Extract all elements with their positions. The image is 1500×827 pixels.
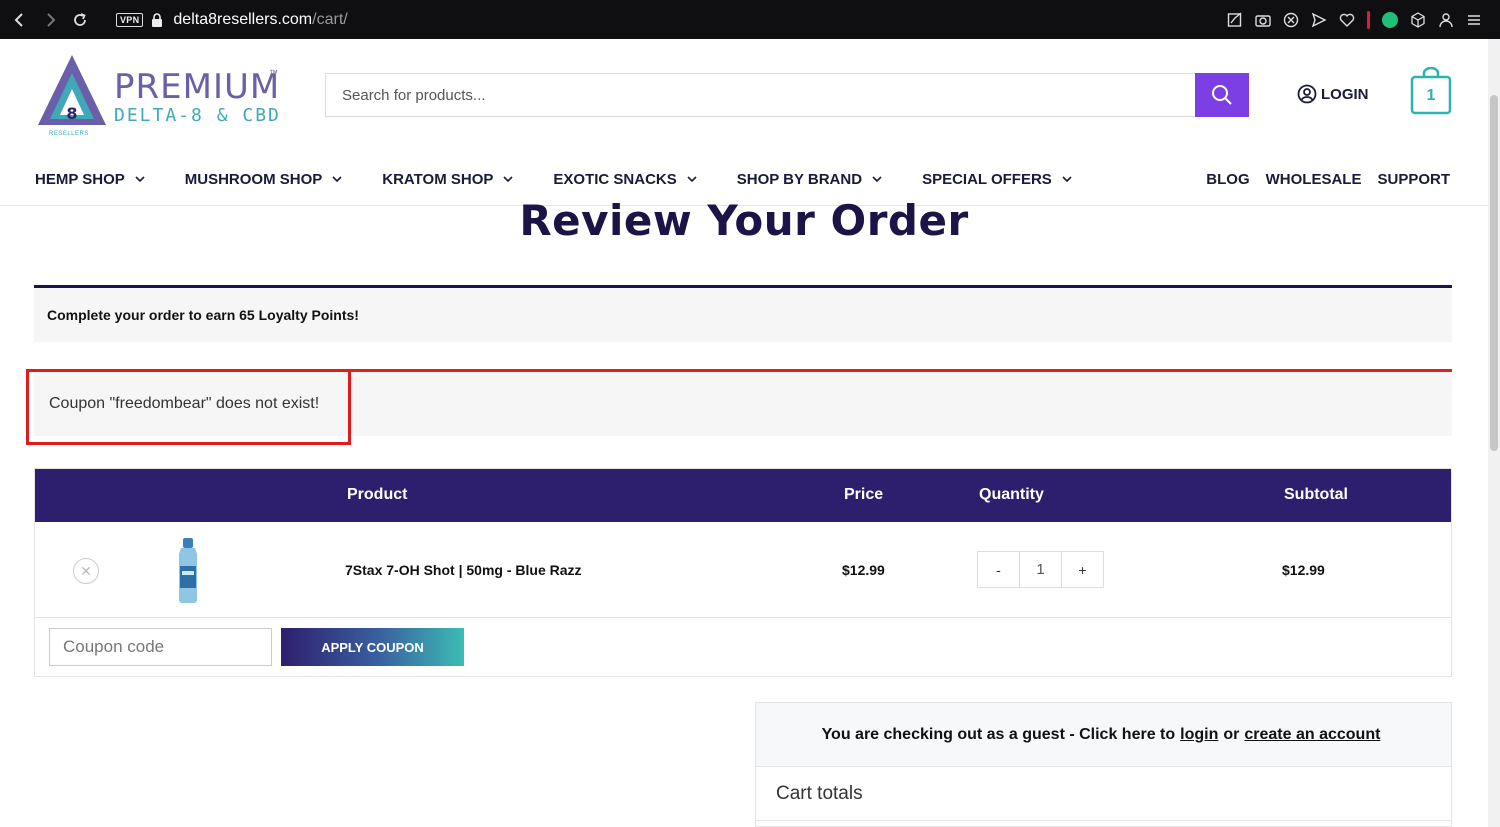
- nav-item-label: EXOTIC SNACKS: [553, 170, 677, 188]
- search-bar: [325, 73, 1249, 117]
- search-icon: [1212, 85, 1232, 105]
- cart-totals-title: Cart totals: [776, 783, 863, 804]
- guest-notice-text: You are checking out as a guest - Click …: [821, 725, 1176, 743]
- error-highlight-outline: [26, 369, 351, 445]
- guest-checkout-notice: You are checking out as a guest - Click …: [755, 702, 1452, 767]
- login-label: LOGIN: [1321, 85, 1369, 103]
- apply-coupon-button[interactable]: APPLY COUPON: [281, 628, 464, 666]
- header-subtotal: Subtotal: [1284, 486, 1348, 503]
- vpn-badge[interactable]: VPN: [116, 12, 144, 27]
- quantity-increase-button[interactable]: +: [1062, 552, 1103, 587]
- nav-kratom-shop[interactable]: KRATOM SHOP: [382, 171, 513, 188]
- loyalty-notice: Complete your order to earn 65 Loyalty P…: [34, 285, 1452, 342]
- menu-icon[interactable]: [1466, 12, 1482, 28]
- reload-icon: [74, 12, 86, 26]
- login-link-inline[interactable]: login: [1180, 726, 1218, 744]
- cart-table: Product Price Quantity Subtotal ✕ 7Stax …: [34, 468, 1452, 677]
- forward-button[interactable]: [36, 0, 64, 39]
- remove-item-button[interactable]: ✕: [73, 558, 99, 584]
- nav-special-offers[interactable]: SPECIAL OFFERS: [922, 171, 1072, 188]
- table-row: ✕ 7Stax 7-OH Shot | 50mg - Blue Razz $12…: [35, 522, 1451, 618]
- divider: [756, 820, 1451, 821]
- site-logo[interactable]: 8 PREMIUM ™ DELTA-8 & CBD RESELLERS: [34, 55, 284, 139]
- nav-item-label: SHOP BY BRAND: [736, 170, 863, 188]
- extension-icon[interactable]: [1382, 11, 1398, 28]
- product-subtotal: $12.99: [1282, 562, 1325, 578]
- nav-support[interactable]: SUPPORT: [1377, 171, 1450, 188]
- reload-button[interactable]: [66, 0, 94, 39]
- user-circle-icon: [1297, 84, 1317, 104]
- header-price: Price: [844, 486, 884, 503]
- nav-shop-by-brand[interactable]: SHOP BY BRAND: [737, 171, 882, 188]
- nav-blog[interactable]: BLOG: [1206, 171, 1249, 188]
- nav-wholesale[interactable]: WHOLESALE: [1266, 171, 1362, 188]
- camera-icon[interactable]: [1255, 12, 1271, 28]
- site-header: 8 PREMIUM ™ DELTA-8 & CBD RESELLERS LOGI…: [0, 39, 1488, 206]
- header-product: Product: [347, 486, 408, 503]
- nav-hemp-shop[interactable]: HEMP SHOP: [35, 171, 145, 188]
- logo-trademark: ™: [269, 68, 278, 78]
- toolbar-separator: [1367, 10, 1370, 29]
- chevron-down-icon: [332, 176, 342, 183]
- page-scrollbar[interactable]: [1488, 39, 1500, 827]
- chevron-left-icon: [14, 12, 23, 27]
- chevron-down-icon: [503, 176, 513, 183]
- svg-text:8: 8: [66, 104, 77, 123]
- nav-item-label: SPECIAL OFFERS: [922, 170, 1052, 188]
- back-button[interactable]: [6, 0, 34, 39]
- logo-title: PREMIUM: [114, 67, 281, 107]
- quantity-input[interactable]: 1: [1019, 552, 1062, 587]
- product-price: $12.99: [842, 562, 885, 578]
- product-thumbnail[interactable]: [173, 538, 203, 604]
- chevron-right-icon: [47, 12, 56, 27]
- chevron-down-icon: [135, 176, 145, 183]
- header-quantity: Quantity: [979, 486, 1044, 503]
- nav-item-label: MUSHROOM SHOP: [184, 170, 323, 188]
- browser-toolbar: VPN delta8resellers.com/cart/: [0, 0, 1500, 39]
- block-icon[interactable]: [1283, 12, 1299, 28]
- search-button[interactable]: [1195, 73, 1249, 117]
- browser-extensions: [1227, 0, 1482, 39]
- login-link[interactable]: LOGIN: [1297, 84, 1369, 104]
- page-title: Review Your Order: [519, 196, 969, 245]
- cart-totals-panel: Cart totals: [755, 767, 1452, 827]
- profile-icon[interactable]: [1438, 12, 1454, 28]
- scrollbar-thumb[interactable]: [1490, 95, 1498, 451]
- url-path: /cart/: [312, 10, 348, 28]
- create-account-link[interactable]: create an account: [1244, 726, 1380, 744]
- nav-exotic-snacks[interactable]: EXOTIC SNACKS: [553, 170, 697, 188]
- guest-or-text: or: [1223, 725, 1240, 743]
- logo-subtitle: DELTA-8 & CBD: [114, 105, 281, 126]
- secondary-navigation: BLOG WHOLESALE SUPPORT: [1206, 169, 1450, 189]
- heart-icon[interactable]: [1339, 12, 1355, 28]
- address-bar[interactable]: delta8resellers.com/cart/: [173, 11, 347, 29]
- box-icon[interactable]: [1410, 11, 1426, 28]
- nav-item-label: HEMP SHOP: [35, 170, 125, 188]
- logo-caption: RESELLERS: [49, 131, 89, 137]
- nav-item-label: KRATOM SHOP: [382, 170, 494, 188]
- coupon-code-input[interactable]: [49, 628, 272, 666]
- quantity-stepper: - 1 +: [977, 551, 1104, 588]
- main-navigation: HEMP SHOP MUSHROOM SHOP KRATOM SHOP EXOT…: [35, 169, 1112, 189]
- nav-mushroom-shop[interactable]: MUSHROOM SHOP: [185, 171, 343, 188]
- edit-chart-icon[interactable]: [1227, 11, 1243, 28]
- logo-mark-icon: 8: [38, 55, 106, 125]
- send-icon[interactable]: [1311, 12, 1327, 28]
- cart-table-header: Product Price Quantity Subtotal: [35, 469, 1451, 522]
- search-input[interactable]: [325, 73, 1195, 117]
- chevron-down-icon: [687, 176, 697, 183]
- lock-icon: [152, 12, 163, 27]
- url-domain: delta8resellers.com: [173, 10, 313, 28]
- chevron-down-icon: [1062, 176, 1072, 183]
- cart-count-badge[interactable]: 1: [1410, 87, 1452, 105]
- close-icon: ✕: [80, 562, 92, 579]
- quantity-decrease-button[interactable]: -: [978, 552, 1019, 587]
- product-name-link[interactable]: 7Stax 7-OH Shot | 50mg - Blue Razz: [345, 562, 582, 578]
- chevron-down-icon: [872, 176, 882, 183]
